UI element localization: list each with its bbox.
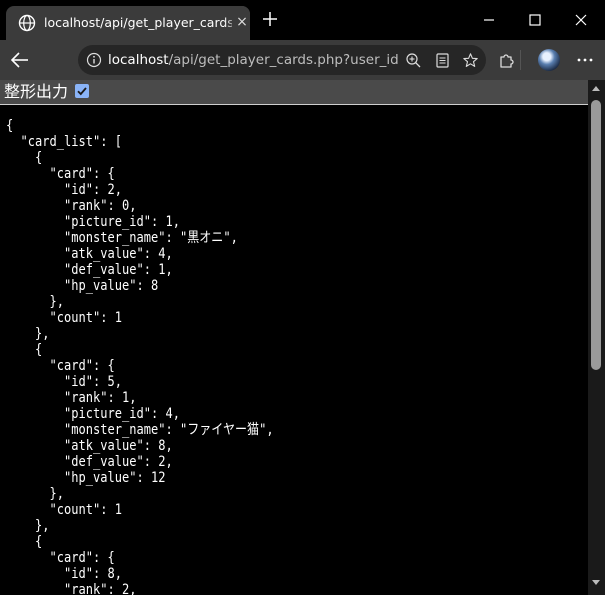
extensions-icon[interactable] [497,50,517,70]
browser-toolbar: localhost/api/get_player_cards.php?user_… [0,40,605,80]
pretty-print-checkbox[interactable] [75,84,89,98]
back-arrow-icon[interactable] [8,49,32,71]
page-content: 整形出力 { "card_list": [ { "card": { "id": … [0,80,605,595]
profile-avatar[interactable] [538,49,560,71]
tab-strip: localhost/api/get_player_cards.php × [0,0,605,40]
close-window-icon[interactable] [571,10,591,30]
json-line: }, [6,486,64,502]
address-bar[interactable]: localhost/api/get_player_cards.php?user_… [78,45,486,75]
pretty-print-label: 整形出力 [4,82,69,101]
vertical-scrollbar[interactable] [588,80,605,595]
json-line: "id": 8, [6,566,122,582]
json-line: { [6,150,43,166]
json-line: "picture_id": 4, [6,406,180,422]
json-line: { [6,118,14,134]
json-line: "count": 1 [6,310,122,326]
json-line: "atk_value": 4, [6,246,173,262]
minimize-icon[interactable] [479,10,499,30]
maximize-icon[interactable] [525,10,545,30]
json-line: "count": 1 [6,502,122,518]
toolbar-divider [520,50,521,70]
json-line: }, [6,326,50,342]
scroll-thumb[interactable] [591,100,601,370]
json-line: "id": 2, [6,182,122,198]
json-line: "rank": 2, [6,582,137,595]
json-line: "card": { [6,358,115,374]
scroll-down-icon[interactable] [592,580,600,585]
json-line: "monster_name": "黒オニ", [6,230,238,246]
checkmark-icon [77,87,87,96]
json-output: { "card_list": [ { "card": { "id": 2, "r… [6,118,503,595]
browser-tab[interactable]: localhost/api/get_player_cards.php × [6,6,250,40]
globe-icon [18,14,36,32]
json-line: "id": 5, [6,374,122,390]
url-text[interactable]: localhost/api/get_player_cards.php?user_… [108,51,398,69]
favorite-star-icon[interactable] [462,52,479,69]
url-path: /api/get_player_cards.php?user_id=1 [168,52,398,68]
json-line: "hp_value": 8 [6,278,159,294]
more-menu-icon[interactable] [575,50,595,70]
json-line: { [6,342,43,358]
json-line: }, [6,294,64,310]
url-host: localhost [108,52,169,68]
new-tab-icon[interactable] [260,9,280,29]
tab-close-icon[interactable]: × [234,14,250,30]
zoom-icon[interactable] [405,52,422,69]
json-line: "atk_value": 8, [6,438,173,454]
json-line: "card": { [6,550,115,566]
info-icon[interactable] [86,52,102,68]
json-line: "def_value": 2, [6,454,173,470]
reader-mode-icon[interactable] [434,52,451,69]
json-line: "card_list": [ [6,134,122,150]
scroll-up-icon[interactable] [592,86,600,91]
pretty-print-bar: 整形出力 [0,80,590,105]
json-line: "picture_id": 1, [6,214,180,230]
json-line: }, [6,518,50,534]
tab-title: localhost/api/get_player_cards.php [44,15,232,30]
json-line: "monster_name": "ファイヤー猫", [6,422,274,438]
json-line: "hp_value": 12 [6,470,166,486]
json-line: "card": { [6,166,115,182]
json-line: "rank": 0, [6,198,137,214]
json-line: { [6,534,43,550]
json-line: "def_value": 1, [6,262,173,278]
json-line: "rank": 1, [6,390,137,406]
